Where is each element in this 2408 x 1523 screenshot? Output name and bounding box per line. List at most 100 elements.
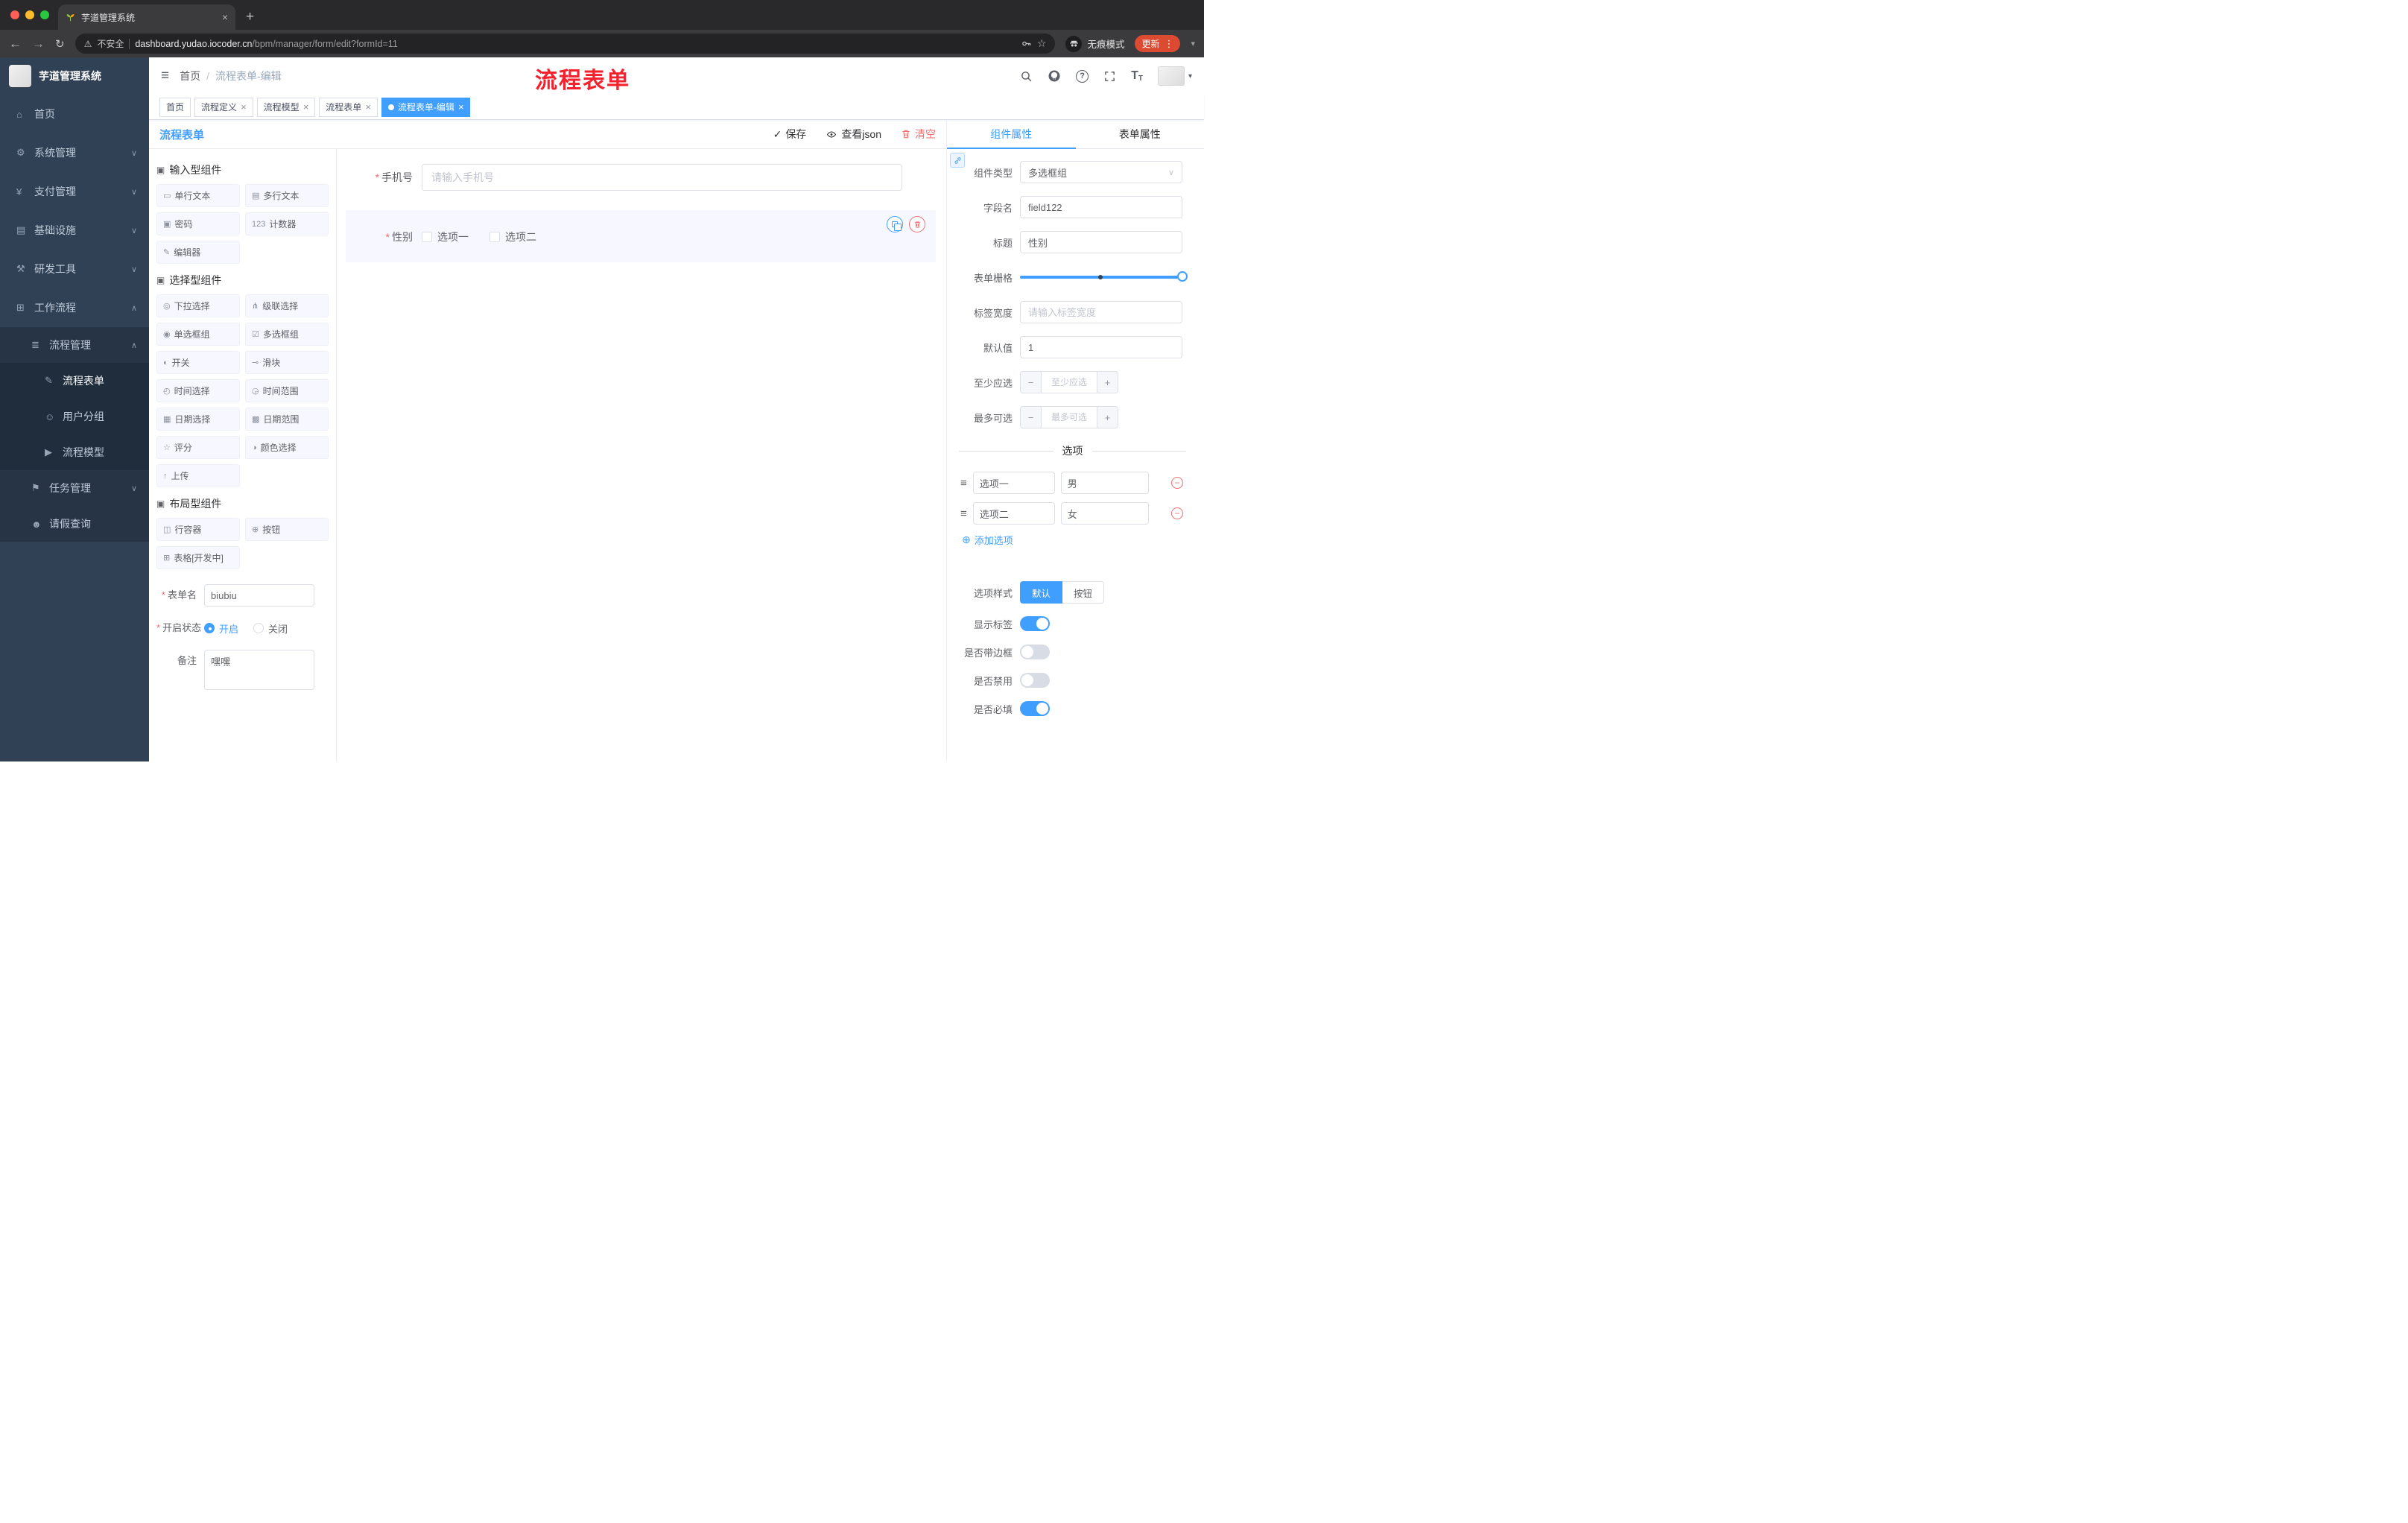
palette-item[interactable]: ✎ 编辑器 bbox=[156, 241, 240, 264]
view-json-button[interactable]: 查看json bbox=[826, 127, 881, 142]
hamburger-icon[interactable]: ≡ bbox=[161, 68, 169, 84]
browser-tab[interactable]: 芋道管理系统 × bbox=[58, 4, 235, 30]
menu-item[interactable]: ▶ 流程模型 bbox=[0, 434, 149, 470]
github-icon[interactable] bbox=[1048, 69, 1061, 83]
delete-component-button[interactable] bbox=[909, 216, 925, 232]
toggle-switch[interactable] bbox=[1020, 701, 1050, 716]
decrease-button[interactable]: − bbox=[1021, 372, 1042, 393]
reload-button[interactable]: ↻ bbox=[55, 37, 65, 51]
toggle-switch[interactable] bbox=[1020, 673, 1050, 688]
window-zoom-button[interactable] bbox=[40, 10, 49, 19]
palette-item[interactable]: ▣ 密码 bbox=[156, 212, 240, 235]
search-icon[interactable] bbox=[1020, 70, 1033, 83]
option-label-input[interactable] bbox=[972, 502, 1055, 525]
view-tag[interactable]: 流程表单 × bbox=[319, 97, 378, 117]
sidebar-logo[interactable]: 芋道管理系统 bbox=[0, 57, 149, 95]
tag-close-icon[interactable]: × bbox=[303, 102, 309, 112]
palette-item[interactable]: ◴ 时间选择 bbox=[156, 379, 240, 402]
increase-button[interactable]: + bbox=[1097, 407, 1118, 428]
breadcrumb-home[interactable]: 首页 bbox=[180, 69, 200, 83]
palette-item[interactable]: ☆ 评分 bbox=[156, 436, 240, 459]
toolbar-caret-icon[interactable]: ▾ bbox=[1191, 39, 1195, 48]
bookmark-star-icon[interactable]: ☆ bbox=[1037, 37, 1047, 50]
tag-close-icon[interactable]: × bbox=[458, 102, 464, 112]
palette-item[interactable]: ◑ 颜色选择 bbox=[245, 436, 329, 459]
palette-item[interactable]: ◉ 单选框组 bbox=[156, 323, 240, 346]
view-tag[interactable]: 流程表单-编辑 × bbox=[381, 97, 471, 117]
view-tag[interactable]: 流程模型 × bbox=[256, 97, 316, 117]
field-name-input[interactable] bbox=[1020, 196, 1182, 218]
checkbox-option[interactable]: 选项二 bbox=[489, 229, 536, 244]
view-tag[interactable]: 流程定义 × bbox=[194, 97, 253, 117]
tag-close-icon[interactable]: × bbox=[365, 102, 371, 112]
drag-handle-icon[interactable]: ≡ bbox=[960, 477, 967, 490]
menu-item[interactable]: ☺ 用户分组 bbox=[0, 399, 149, 434]
gender-field-row-selected[interactable]: 性别 选项一 bbox=[346, 210, 936, 262]
phone-field-row[interactable]: 手机号 bbox=[346, 164, 936, 191]
menu-item[interactable]: ¥ 支付管理 ∨ bbox=[0, 172, 149, 211]
window-minimize-button[interactable] bbox=[25, 10, 34, 19]
drag-handle-icon[interactable]: ≡ bbox=[960, 507, 967, 520]
tab-form-props[interactable]: 表单属性 bbox=[1076, 120, 1205, 148]
new-tab-button[interactable]: + bbox=[246, 9, 254, 25]
option-value-input[interactable] bbox=[1060, 502, 1149, 525]
default-value-input[interactable] bbox=[1020, 336, 1182, 358]
status-on-radio[interactable]: 开启 bbox=[204, 621, 238, 636]
decrease-button[interactable]: − bbox=[1021, 407, 1042, 428]
menu-dots-icon[interactable]: ⋮ bbox=[1164, 38, 1173, 50]
remove-option-button[interactable]: − bbox=[1171, 507, 1183, 519]
palette-item[interactable]: ◫ 行容器 bbox=[156, 518, 240, 541]
toggle-switch[interactable] bbox=[1020, 616, 1050, 631]
option-value-input[interactable] bbox=[1060, 472, 1149, 494]
add-option-button[interactable]: ⊕ 添加选项 bbox=[951, 533, 1194, 547]
menu-item[interactable]: ✎ 流程表单 bbox=[0, 363, 149, 399]
save-button[interactable]: ✓ 保存 bbox=[773, 127, 807, 142]
window-close-button[interactable] bbox=[10, 10, 19, 19]
palette-item[interactable]: ▭ 单行文本 bbox=[156, 184, 240, 207]
user-avatar[interactable]: ▾ bbox=[1157, 66, 1192, 86]
grid-slider[interactable] bbox=[1020, 266, 1188, 288]
link-icon[interactable] bbox=[950, 153, 965, 168]
style-button-button[interactable]: 按钮 bbox=[1062, 581, 1105, 604]
menu-item[interactable]: ▤ 基础设施 ∨ bbox=[0, 211, 149, 250]
status-off-radio[interactable]: 关闭 bbox=[253, 621, 288, 636]
clear-button[interactable]: 清空 bbox=[901, 127, 936, 142]
fullscreen-icon[interactable] bbox=[1103, 70, 1116, 83]
form-name-input[interactable] bbox=[204, 584, 314, 607]
back-button[interactable]: ← bbox=[9, 37, 22, 51]
font-size-icon[interactable]: TT bbox=[1131, 69, 1143, 83]
max-select-input[interactable] bbox=[1042, 407, 1097, 428]
security-label[interactable]: 不安全 bbox=[97, 37, 124, 50]
palette-item[interactable]: ◶ 时间范围 bbox=[245, 379, 329, 402]
label-width-input[interactable] bbox=[1020, 301, 1182, 323]
increase-button[interactable]: + bbox=[1097, 372, 1118, 393]
checkbox-option[interactable]: 选项一 bbox=[422, 229, 469, 244]
slider-handle[interactable] bbox=[1177, 271, 1188, 282]
palette-item[interactable]: ◎ 下拉选择 bbox=[156, 294, 240, 317]
option-label-input[interactable] bbox=[972, 472, 1055, 494]
tab-component-props[interactable]: 组件属性 bbox=[947, 120, 1076, 149]
style-default-button[interactable]: 默认 bbox=[1020, 581, 1063, 604]
menu-item[interactable]: ⚒ 研发工具 ∨ bbox=[0, 250, 149, 288]
palette-item[interactable]: ⊕ 按钮 bbox=[245, 518, 329, 541]
remark-textarea[interactable]: 嘿嘿 bbox=[204, 650, 314, 690]
palette-item[interactable]: ◐ 开关 bbox=[156, 351, 240, 374]
menu-item[interactable]: ☻ 请假查询 bbox=[0, 506, 149, 542]
help-icon[interactable]: ? bbox=[1076, 69, 1089, 83]
phone-input[interactable] bbox=[422, 164, 902, 191]
palette-item[interactable]: ⊸ 滑块 bbox=[245, 351, 329, 374]
palette-item[interactable]: ⋔ 级联选择 bbox=[245, 294, 329, 317]
palette-item[interactable]: ▩ 日期范围 bbox=[245, 408, 329, 431]
palette-item[interactable]: ☑ 多选框组 bbox=[245, 323, 329, 346]
view-tag[interactable]: 首页 × bbox=[159, 97, 191, 117]
address-bar[interactable]: ⚠ 不安全 dashboard.yudao.iocoder.cn/bpm/man… bbox=[75, 34, 1056, 54]
palette-item[interactable]: ▦ 日期选择 bbox=[156, 408, 240, 431]
palette-item[interactable]: 123 计数器 bbox=[245, 212, 329, 235]
title-input[interactable] bbox=[1020, 231, 1182, 253]
menu-item[interactable]: ⊞ 工作流程 ∧ bbox=[0, 288, 149, 327]
copy-component-button[interactable] bbox=[887, 216, 903, 232]
forward-button[interactable]: → bbox=[32, 37, 45, 51]
toggle-switch[interactable] bbox=[1020, 645, 1050, 659]
palette-item[interactable]: ↑ 上传 bbox=[156, 464, 240, 487]
menu-item[interactable]: ≣ 流程管理 ∧ bbox=[0, 327, 149, 363]
